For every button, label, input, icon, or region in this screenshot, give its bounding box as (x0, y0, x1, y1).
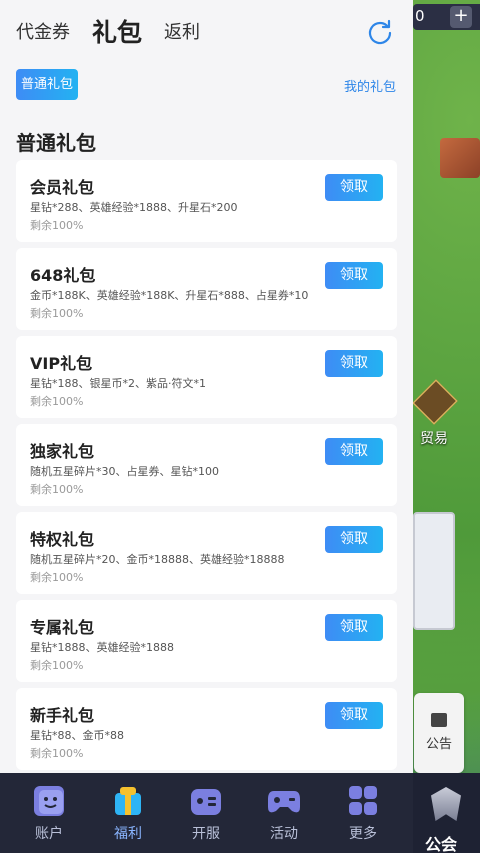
claim-button[interactable]: 领取 (325, 614, 383, 641)
gift-remain: 剩余100% (30, 747, 84, 760)
claim-button[interactable]: 领取 (325, 174, 383, 201)
nav-welfare-label: 福利 (114, 826, 142, 842)
refresh-icon[interactable] (366, 19, 394, 47)
server-icon (191, 789, 221, 815)
gift-desc: 随机五星碎片*30、占星券、星钻*100 (30, 465, 219, 478)
gift-card: 独家礼包 随机五星碎片*30、占星券、星钻*100 剩余100% 领取 (16, 424, 397, 506)
gift-remain: 剩余100% (30, 659, 84, 672)
filter-chip-normal[interactable]: 普通礼包 (16, 69, 78, 100)
gift-name: 新手礼包 (30, 706, 95, 725)
gift-card: 新手礼包 星钻*88、金币*88 剩余100% 领取 (16, 688, 397, 770)
gift-remain: 剩余100% (30, 395, 84, 408)
gamepad-icon (268, 791, 300, 813)
guild-button[interactable]: 公会 (413, 773, 480, 853)
castle-building (440, 138, 480, 178)
claim-button[interactable]: 领取 (325, 438, 383, 465)
gift-remain: 剩余100% (30, 571, 84, 584)
gift-card: 特权礼包 随机五星碎片*20、金币*18888、英雄经验*18888 剩余100… (16, 512, 397, 594)
nav-server-label: 开服 (192, 826, 220, 842)
bottom-nav: 账户 福利 开服 活动 更多 (0, 773, 413, 853)
claim-button[interactable]: 领取 (325, 262, 383, 289)
gift-card: 648礼包 金币*188K、英雄经验*188K、升星石*888、占星券*10 剩… (16, 248, 397, 330)
header: 代金券 礼包 返利 (0, 0, 413, 60)
gift-name: VIP礼包 (30, 354, 93, 373)
gift-name: 独家礼包 (30, 442, 95, 461)
grid-icon (349, 786, 377, 815)
claim-button[interactable]: 领取 (325, 350, 383, 377)
nav-account-label: 账户 (35, 826, 63, 842)
welfare-panel: 代金券 礼包 返利 普通礼包 我的礼包 普通礼包 会员礼包 星钻*288、英雄经… (0, 0, 413, 773)
tab-gift[interactable]: 礼包 (92, 13, 142, 49)
gift-desc: 金币*188K、英雄经验*188K、升星石*888、占星券*10 (30, 289, 309, 302)
trade-label: 贸易 (420, 431, 448, 447)
currency-value: 0 (415, 7, 425, 25)
gift-name: 648礼包 (30, 266, 96, 285)
gift-name: 专属礼包 (30, 618, 95, 637)
gift-desc: 随机五星碎片*20、金币*18888、英雄经验*18888 (30, 553, 285, 566)
gift-remain: 剩余100% (30, 307, 84, 320)
my-gifts-link[interactable]: 我的礼包 (344, 76, 396, 95)
nav-activity-label: 活动 (270, 826, 298, 842)
gift-desc: 星钻*288、英雄经验*1888、升星石*200 (30, 201, 238, 214)
claim-button[interactable]: 领取 (325, 526, 383, 553)
guild-label: 公会 (425, 835, 458, 853)
gift-card: VIP礼包 星钻*188、银星币*2、紫品·符文*1 剩余100% 领取 (16, 336, 397, 418)
add-currency-button[interactable]: + (450, 6, 472, 28)
section-title: 普通礼包 (16, 131, 96, 155)
scroll-panel (413, 512, 455, 630)
guild-emblem-icon (431, 787, 461, 821)
nav-welfare[interactable]: 福利 (93, 773, 163, 853)
tab-voucher[interactable]: 代金券 (16, 18, 70, 44)
gift-desc: 星钻*88、金币*88 (30, 729, 124, 742)
nav-more[interactable]: 更多 (328, 773, 398, 853)
nav-more-label: 更多 (349, 826, 377, 842)
currency-bar: 0 + (413, 4, 480, 30)
nav-account[interactable]: 账户 (14, 773, 84, 853)
gift-icon (115, 787, 141, 815)
gift-remain: 剩余100% (30, 219, 84, 232)
gift-name: 特权礼包 (30, 530, 95, 549)
gift-desc: 星钻*1888、英雄经验*1888 (30, 641, 174, 654)
gift-card: 专属礼包 星钻*1888、英雄经验*1888 剩余100% 领取 (16, 600, 397, 682)
nav-server[interactable]: 开服 (171, 773, 241, 853)
gift-remain: 剩余100% (30, 483, 84, 496)
announcement-button[interactable]: 公告 (414, 693, 464, 773)
gift-name: 会员礼包 (30, 178, 95, 197)
gift-desc: 星钻*188、银星币*2、紫品·符文*1 (30, 377, 206, 390)
claim-button[interactable]: 领取 (325, 702, 383, 729)
nav-activity[interactable]: 活动 (249, 773, 319, 853)
announcement-label: 公告 (425, 737, 452, 752)
tab-rebate[interactable]: 返利 (164, 18, 200, 44)
gift-card: 会员礼包 星钻*288、英雄经验*1888、升星石*200 剩余100% 领取 (16, 160, 397, 242)
bag-icon (431, 713, 447, 727)
account-icon (34, 786, 64, 816)
